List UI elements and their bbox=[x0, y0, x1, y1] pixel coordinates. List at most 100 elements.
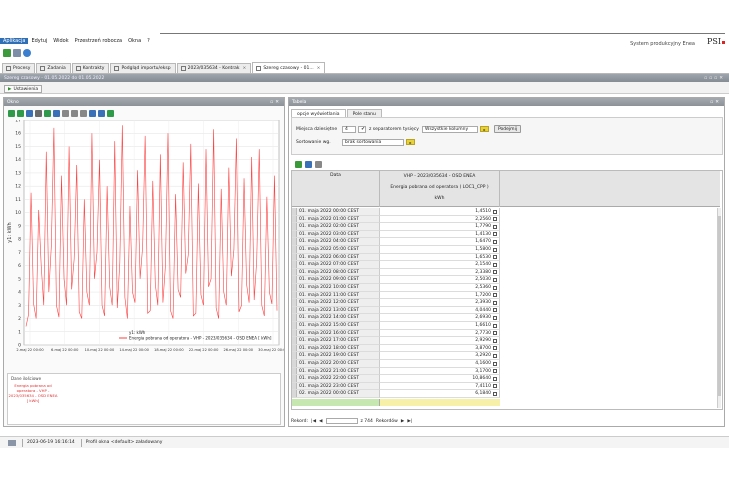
menu-aplikacja[interactable]: Aplikacja bbox=[0, 38, 29, 44]
tab-kontrakty[interactable]: Kontrakty bbox=[71, 63, 110, 73]
sort-picker-icon[interactable]: ▸ bbox=[406, 139, 415, 145]
tab-szereg-czasowy[interactable]: Szereg czasowy - 01... × bbox=[252, 62, 326, 73]
tab-procesy[interactable]: Procesy bbox=[2, 63, 36, 73]
row-header[interactable] bbox=[292, 367, 297, 375]
row-checkbox[interactable] bbox=[493, 353, 497, 358]
row-header[interactable] bbox=[292, 276, 297, 283]
row-header[interactable] bbox=[292, 322, 297, 329]
table-icon[interactable] bbox=[71, 110, 78, 117]
row-header[interactable] bbox=[292, 268, 297, 276]
last-record-icon[interactable]: ▶| bbox=[407, 419, 412, 424]
value-cell[interactable]: 1,7790 bbox=[380, 223, 500, 231]
row-checkbox[interactable] bbox=[493, 384, 497, 389]
value-cell[interactable]: 1,7200 bbox=[380, 291, 500, 300]
refresh-icon[interactable] bbox=[44, 110, 51, 117]
apply-button[interactable]: Podejmij bbox=[494, 125, 522, 133]
row-checkbox[interactable] bbox=[493, 217, 497, 222]
table-row[interactable]: 01. maja 2022 19:00 CEST 3,2920 bbox=[292, 352, 500, 360]
grid-icon[interactable] bbox=[315, 161, 322, 168]
value-cell[interactable]: 6,1840 bbox=[380, 390, 500, 398]
help-icon[interactable] bbox=[23, 49, 31, 57]
next-record-icon[interactable]: ▶ bbox=[401, 419, 404, 424]
refresh-icon[interactable] bbox=[3, 49, 11, 57]
value-cell[interactable]: 2,3380 bbox=[380, 268, 500, 277]
row-checkbox[interactable] bbox=[493, 308, 497, 313]
table-row[interactable]: 01. maja 2022 20:00 CEST 4,1600 bbox=[292, 360, 500, 368]
tab-kontrakt[interactable]: 2023/035634 - Kontrak × bbox=[176, 63, 252, 73]
row-header[interactable] bbox=[292, 299, 297, 306]
value-cell[interactable]: 10,8640 bbox=[380, 375, 500, 383]
menu-widok[interactable]: Widok bbox=[50, 38, 71, 44]
row-checkbox[interactable] bbox=[493, 369, 497, 374]
record-input[interactable] bbox=[325, 418, 358, 424]
row-header[interactable] bbox=[292, 208, 297, 215]
value-cell[interactable]: 2,6930 bbox=[380, 314, 500, 322]
row-header[interactable] bbox=[292, 314, 297, 321]
value-cell[interactable]: 3,8700 bbox=[380, 344, 500, 353]
row-header[interactable] bbox=[292, 337, 297, 344]
row-checkbox[interactable] bbox=[493, 255, 497, 260]
menu-edytuj[interactable]: Edytuj bbox=[28, 38, 50, 44]
value-cell[interactable]: 1,6470 bbox=[380, 238, 500, 246]
close-icon[interactable]: × bbox=[317, 66, 321, 71]
zoom-fit-icon[interactable] bbox=[26, 110, 33, 117]
value-cell[interactable]: 2,5030 bbox=[380, 276, 500, 284]
table-row[interactable]: 01. maja 2022 21:00 CEST 3,1700 bbox=[292, 367, 500, 376]
row-checkbox[interactable] bbox=[493, 338, 497, 343]
column-header-value[interactable]: VHP - 2023/035634 - OSD ENEA Energia pob… bbox=[380, 171, 500, 207]
table-row[interactable]: 01. maja 2022 08:00 CEST 2,3380 bbox=[292, 268, 500, 277]
row-checkbox[interactable] bbox=[493, 300, 497, 305]
table-row[interactable]: 01. maja 2022 18:00 CEST 3,8700 bbox=[292, 344, 500, 353]
table-row[interactable]: 01. maja 2022 23:00 CEST 7,4110 bbox=[292, 382, 500, 391]
row-header[interactable] bbox=[292, 375, 297, 382]
row-header[interactable] bbox=[292, 352, 297, 359]
row-checkbox[interactable] bbox=[493, 247, 497, 252]
first-record-icon[interactable]: |◀ bbox=[311, 419, 316, 424]
columns-select[interactable]: Wszystkie kolumny bbox=[422, 126, 478, 133]
menu-help[interactable]: ? bbox=[144, 38, 153, 44]
row-checkbox[interactable] bbox=[493, 209, 497, 214]
row-checkbox[interactable] bbox=[493, 323, 497, 328]
value-cell[interactable]: 1,6610 bbox=[380, 322, 500, 330]
row-checkbox[interactable] bbox=[493, 361, 497, 366]
row-checkbox[interactable] bbox=[493, 315, 497, 320]
row-header[interactable] bbox=[292, 253, 297, 261]
row-header[interactable] bbox=[292, 230, 297, 238]
table-row[interactable]: 01. maja 2022 07:00 CEST 2,1540 bbox=[292, 261, 500, 269]
settings-button[interactable]: ▶ Ustawienia bbox=[4, 85, 43, 93]
row-header[interactable] bbox=[292, 360, 297, 367]
sort-select[interactable]: brak sortowania bbox=[342, 139, 404, 146]
value-cell[interactable]: 1,5800 bbox=[380, 246, 500, 254]
table-row[interactable]: 01. maja 2022 00:00 CEST 1,4510 bbox=[292, 208, 500, 216]
row-header[interactable] bbox=[292, 382, 297, 390]
row-checkbox[interactable] bbox=[493, 224, 497, 229]
sigma-icon[interactable] bbox=[35, 110, 42, 117]
row-header[interactable] bbox=[292, 291, 297, 299]
table-row[interactable]: 01. maja 2022 11:00 CEST 1,7200 bbox=[292, 291, 500, 300]
vertical-scrollbar[interactable] bbox=[717, 208, 721, 408]
table-row[interactable]: 01. maja 2022 03:00 CEST 1,4130 bbox=[292, 230, 500, 239]
table-row[interactable]: 01. maja 2022 10:00 CEST 2,5360 bbox=[292, 284, 500, 292]
value-cell[interactable]: 2,2560 bbox=[380, 215, 500, 224]
grid-icon[interactable] bbox=[62, 110, 69, 117]
print-icon[interactable] bbox=[98, 110, 105, 117]
table-row[interactable]: 01. maja 2022 06:00 CEST 1,6530 bbox=[292, 253, 500, 262]
table-row[interactable]: 01. maja 2022 02:00 CEST 1,7790 bbox=[292, 223, 500, 231]
table-row[interactable]: 02. maja 2022 00:00 CEST 6,1840 bbox=[292, 390, 500, 398]
row-header[interactable] bbox=[292, 238, 297, 245]
row-checkbox[interactable] bbox=[493, 277, 497, 282]
row-header[interactable] bbox=[292, 344, 297, 352]
value-cell[interactable]: 2,7730 bbox=[380, 329, 500, 338]
value-cell[interactable]: 3,1700 bbox=[380, 367, 500, 376]
panel-controls-icon[interactable]: ▫✕ bbox=[270, 100, 281, 105]
value-cell[interactable]: 2,1540 bbox=[380, 261, 500, 269]
prev-record-icon[interactable]: ◀ bbox=[319, 419, 322, 424]
row-checkbox[interactable] bbox=[493, 391, 497, 396]
menu-przestrzen-robocza[interactable]: Przestrzeń robocza bbox=[72, 38, 125, 44]
checkbox-separator[interactable]: ✔ bbox=[358, 126, 366, 133]
column-header-date[interactable]: Data bbox=[292, 171, 380, 207]
row-header[interactable] bbox=[292, 261, 297, 268]
value-cell[interactable]: 1,4130 bbox=[380, 230, 500, 239]
value-cell[interactable]: 2,5360 bbox=[380, 284, 500, 292]
panel-controls-icon[interactable]: ▫✕ bbox=[710, 100, 721, 105]
